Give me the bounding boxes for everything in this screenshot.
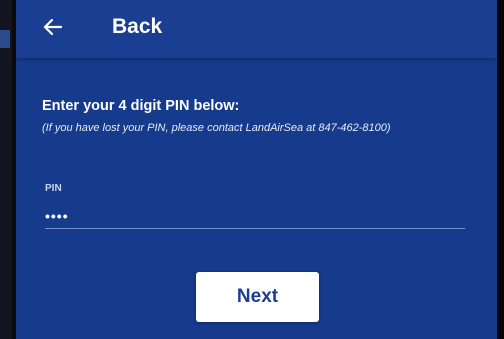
pin-prompt: Enter your 4 digit PIN below: [42,98,240,114]
pin-screen: Back Enter your 4 digit PIN below: (If y… [16,0,497,339]
back-button[interactable]: Back [112,15,162,39]
pin-input[interactable] [45,204,465,229]
left-edge-strip [0,0,12,339]
left-arrow-icon[interactable] [40,12,66,42]
app-header: Back [16,0,497,58]
right-edge [497,0,504,339]
edge-tab [0,30,10,48]
next-button[interactable]: Next [196,272,319,322]
help-text: (If you have lost your PIN, please conta… [42,122,391,134]
device-frame: Back Enter your 4 digit PIN below: (If y… [0,0,504,339]
pin-field-label: PIN [45,183,62,194]
